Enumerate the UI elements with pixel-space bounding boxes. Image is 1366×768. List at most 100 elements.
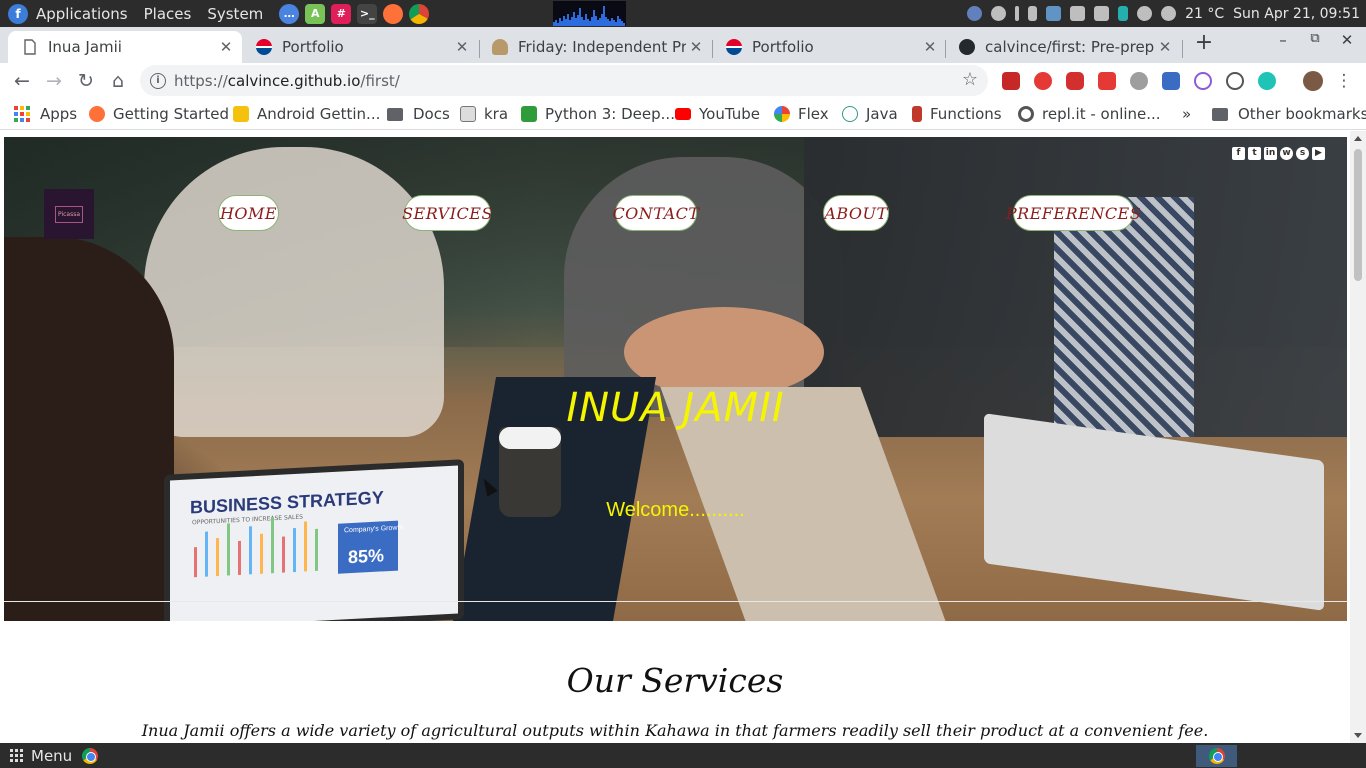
tab-portfolio-2[interactable]: Portfolio ✕ — [712, 31, 946, 63]
extension-cloud-icon[interactable] — [1130, 72, 1148, 90]
volume-icon[interactable] — [1070, 6, 1086, 21]
whatsapp-icon[interactable]: w — [1280, 147, 1293, 160]
extension-red-icon[interactable] — [1002, 72, 1020, 90]
clock[interactable]: Sun Apr 21, 09:51 — [1233, 6, 1360, 22]
scrollbar-thumb[interactable] — [1354, 149, 1362, 281]
messaging-launcher-icon[interactable]: … — [279, 3, 300, 24]
forward-arrow-icon[interactable]: → — [42, 69, 66, 93]
scroll-down-arrow-icon[interactable] — [1354, 733, 1362, 738]
slack-launcher-icon[interactable]: # — [331, 3, 352, 24]
weather-icon[interactable] — [1161, 6, 1177, 21]
close-tab-icon[interactable]: ✕ — [216, 38, 236, 56]
skype-icon[interactable]: s — [1296, 147, 1309, 160]
extension-clock-icon[interactable] — [1194, 72, 1212, 90]
bookmark-star-icon[interactable]: ☆ — [962, 69, 978, 90]
tab-title: Inua Jamii — [48, 38, 122, 56]
tab-github-calvince[interactable]: calvince/first: Pre-prep w ✕ — [945, 31, 1181, 63]
extension-m-icon[interactable] — [1258, 72, 1276, 90]
chrome-launcher-icon[interactable] — [409, 3, 430, 24]
bookmark-other-bookmarks[interactable]: Other bookmarks — [1212, 105, 1366, 123]
restore-window-button[interactable]: ⧉ — [1305, 31, 1325, 46]
bluetooth-icon[interactable] — [1028, 6, 1038, 21]
power-icon[interactable] — [1137, 6, 1153, 21]
extension-store-icon[interactable] — [1162, 72, 1180, 90]
extension-play-icon[interactable] — [1098, 72, 1116, 90]
applications-menu[interactable]: Applications — [36, 5, 128, 23]
bookmark-kra[interactable]: kra — [460, 105, 508, 123]
system-tray: 21 °C Sun Apr 21, 09:51 — [967, 0, 1360, 27]
chrome-quicklaunch-icon[interactable] — [82, 747, 99, 764]
page-scrollbar[interactable] — [1350, 131, 1366, 743]
bookmark-android-getting[interactable]: Android Gettin... — [233, 105, 380, 123]
tab-strip: Inua Jamii ✕ Portfolio ✕ Friday: Indepen… — [0, 27, 1366, 63]
more-icon[interactable] — [1015, 6, 1020, 21]
close-window-button[interactable]: ✕ — [1337, 31, 1357, 49]
bookmark-getting-started[interactable]: Getting Started — [89, 105, 229, 123]
android-studio-launcher-icon[interactable]: A — [305, 3, 326, 24]
address-bar[interactable]: i https://calvince.github.io/first/ ☆ — [140, 65, 988, 96]
replit-icon — [1018, 106, 1034, 122]
reload-icon[interactable]: ↻ — [74, 69, 98, 93]
extension-speed-icon[interactable] — [1226, 72, 1244, 90]
bookmark-replit[interactable]: repl.it - online... — [1018, 105, 1161, 123]
bookmark-python3-deep[interactable]: Python 3: Deep... — [521, 105, 675, 123]
bookmark-java[interactable]: Java — [842, 105, 898, 123]
scroll-up-arrow-icon[interactable] — [1354, 136, 1362, 141]
laptop-screen-bars — [170, 465, 458, 578]
firefox-launcher-icon[interactable] — [383, 3, 404, 24]
wifi-icon[interactable] — [1094, 6, 1110, 21]
new-tab-button[interactable]: + — [1192, 31, 1216, 57]
close-tab-icon[interactable]: ✕ — [686, 38, 706, 56]
tab-inua-jamii[interactable]: Inua Jamii ✕ — [8, 31, 242, 63]
taskbar-chrome-window[interactable] — [1196, 745, 1237, 767]
bookmark-youtube[interactable]: YouTube — [675, 105, 760, 123]
facebook-icon[interactable]: f — [1232, 147, 1245, 160]
clipboard-icon[interactable] — [1046, 6, 1062, 21]
adblock-plus-icon[interactable] — [1066, 72, 1084, 90]
tab-friday-project[interactable]: Friday: Independent Proj ✕ — [478, 31, 712, 63]
bookmarks-overflow-button[interactable]: » — [1182, 105, 1191, 123]
back-arrow-icon[interactable]: ← — [10, 69, 34, 93]
close-tab-icon[interactable]: ✕ — [1155, 38, 1175, 56]
flex-icon — [774, 106, 790, 122]
tab-portfolio-1[interactable]: Portfolio ✕ — [242, 31, 478, 63]
hero-title: INUA JAMII — [566, 385, 785, 431]
nav-about[interactable]: ABOUT — [823, 195, 889, 231]
temperature-readout[interactable]: 21 °C — [1185, 6, 1224, 22]
profile-avatar[interactable] — [1303, 71, 1323, 91]
system-menu[interactable]: System — [207, 5, 263, 23]
accessibility-icon[interactable] — [967, 6, 983, 21]
taskbar-menu-button[interactable]: Menu — [31, 747, 72, 765]
terminal-launcher-icon[interactable]: >_ — [357, 3, 378, 24]
close-tab-icon[interactable]: ✕ — [452, 38, 472, 56]
browser-menu-icon[interactable]: ⋮ — [1332, 69, 1356, 93]
menu-grid-icon[interactable] — [10, 749, 23, 762]
firefox-icon — [89, 106, 105, 122]
extension-power-icon[interactable] — [1034, 72, 1052, 90]
youtube-icon[interactable]: ▶ — [1312, 147, 1325, 160]
close-tab-icon[interactable]: ✕ — [920, 38, 940, 56]
nav-preferences[interactable]: PREFERENCES — [1006, 195, 1141, 231]
bookmark-docs[interactable]: Docs — [387, 105, 450, 123]
places-menu[interactable]: Places — [144, 5, 192, 23]
site-logo[interactable]: Picassa — [44, 189, 94, 239]
distro-logo-icon[interactable]: f — [8, 3, 28, 24]
home-icon[interactable]: ⌂ — [106, 69, 130, 93]
site-info-icon[interactable]: i — [150, 72, 166, 89]
linkedin-icon[interactable]: in — [1264, 147, 1277, 160]
minimize-window-button[interactable]: – — [1273, 31, 1293, 49]
tab-title: calvince/first: Pre-prep w — [985, 38, 1155, 56]
bookmark-apps[interactable]: Apps — [14, 105, 77, 123]
services-heading: Our Services — [566, 661, 784, 700]
bookmark-flex[interactable]: Flex — [774, 105, 829, 123]
battery-icon[interactable] — [1118, 6, 1129, 21]
bookmark-functions[interactable]: Functions — [912, 105, 1002, 123]
twitter-icon[interactable]: t — [1248, 147, 1261, 160]
nav-contact[interactable]: CONTACT — [612, 195, 699, 231]
nav-home[interactable]: HOME — [218, 195, 279, 231]
bookmark-label: Other bookmarks — [1238, 105, 1366, 123]
settings-icon[interactable] — [991, 6, 1007, 21]
nav-services[interactable]: SERVICES — [402, 195, 492, 231]
youtube-icon — [675, 108, 691, 120]
bookmark-label: kra — [484, 105, 509, 123]
